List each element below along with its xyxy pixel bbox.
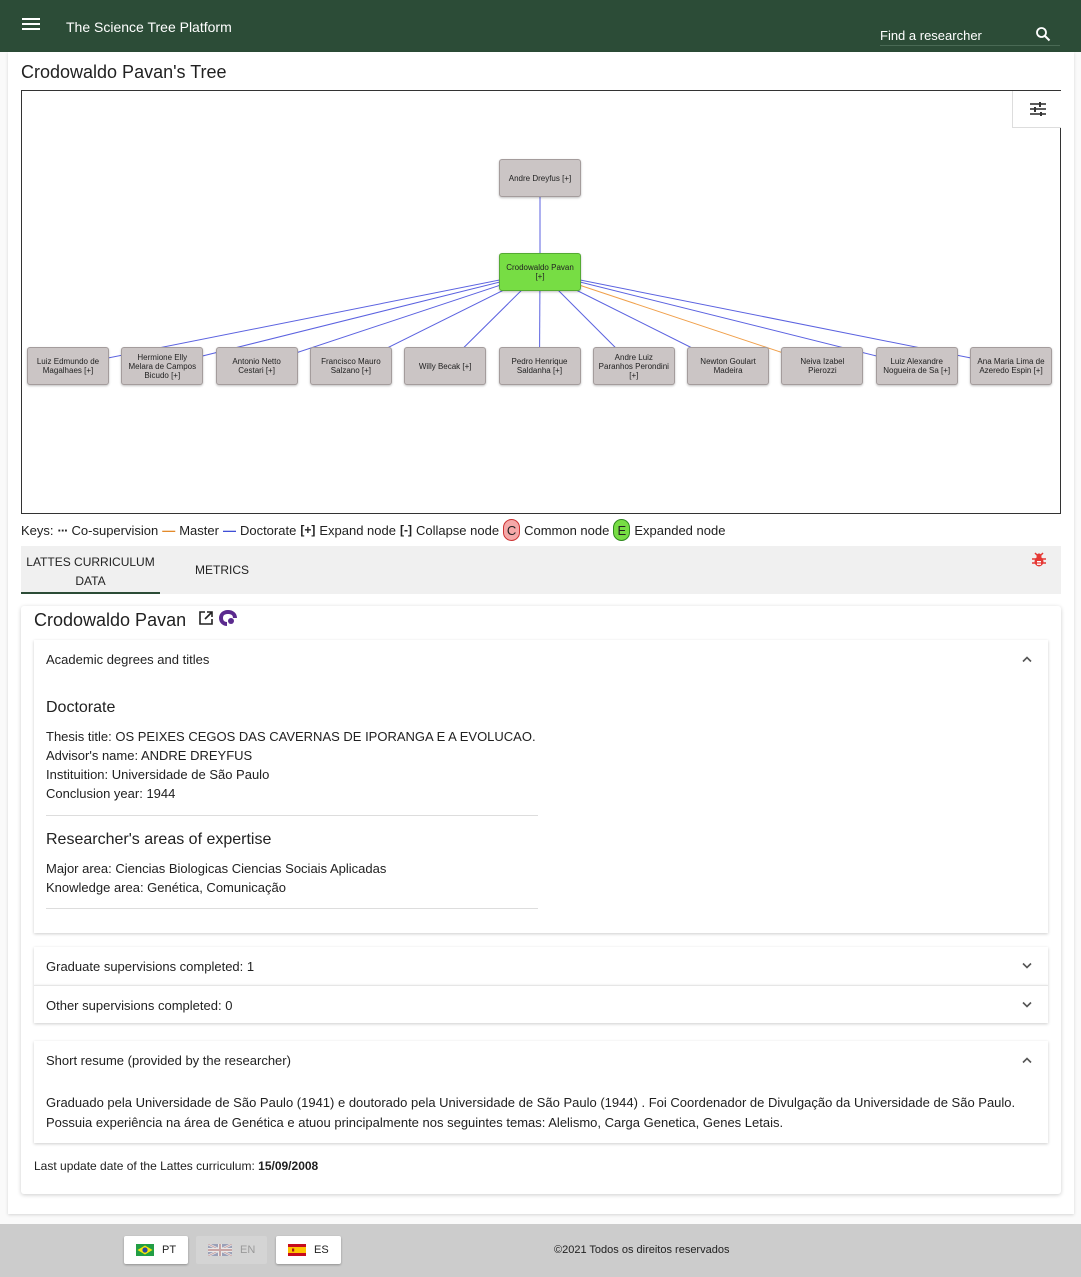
other-supervisions-panel: Other supervisions completed: 0 [34,985,1048,1023]
uk-flag-icon [208,1244,232,1256]
tree-node-student[interactable]: Andre Luiz Paranhos Perondini [+] [592,347,675,385]
knowledge-area: Knowledge area: Genética, Comunicação [46,880,286,895]
co-supervision-line-icon: ··· [57,522,69,538]
expand-symbol: [+] [300,523,316,537]
tree-node-student[interactable]: Newton Goulart Madeira [687,347,770,385]
copyright: ©2021 Todos os direitos reservados [554,1244,730,1256]
divider [46,815,538,816]
language-en-label: EN [240,1244,256,1256]
tree-canvas[interactable]: Andre Dreyfus [+] Crodowaldo Pavan [+] Lui… [21,90,1061,514]
graduate-supervisions-panel: Graduate supervisions completed: 1 [34,947,1048,985]
last-update: Last update date of the Lattes curriculu… [34,1159,318,1173]
legend-collapse: Collapse node [415,522,500,538]
legend-master: Master [179,522,219,538]
institution: Instituition: Universidade de São Paulo [46,767,270,782]
collapse-symbol: [-] [399,523,412,537]
degrees-panel-title: Academic degrees and titles [46,652,210,667]
tree-settings-button[interactable] [1012,91,1061,128]
language-en-button[interactable]: EN [196,1236,268,1264]
chevron-up-icon [1022,1057,1032,1064]
tree-node-student[interactable]: Pedro Henrique Saldanha [+] [498,347,581,385]
search-input[interactable] [880,26,1030,44]
graduate-supervisions-header[interactable]: Graduate supervisions completed: 1 [34,947,1048,985]
legend-expanded: Expanded node [634,522,726,538]
legend-common: Common node [524,522,610,538]
lattes-logo-icon[interactable] [218,609,238,627]
degrees-panel: Academic degrees and titles Doctorate Th… [34,640,1048,933]
legend-prefix: Keys: [21,522,54,538]
tree-node-student[interactable]: Luiz Edmundo de Magalhaes [+] [27,347,109,385]
divider [46,908,538,909]
common-node-badge: C [503,519,521,541]
doctorate-heading: Doctorate [46,699,116,716]
tab-bar: LATTES CURRICULUM DATA METRICS [21,546,1061,594]
tree-link-student [539,271,823,367]
thesis-title: Thesis title: OS PEIXES CEGOS DAS CAVERN… [46,729,536,744]
degrees-panel-header[interactable]: Academic degrees and titles [34,640,1048,678]
researcher-name[interactable]: Crodowaldo Pavan [34,610,186,631]
language-es-button[interactable]: ES [276,1236,341,1264]
search-icon[interactable] [1035,26,1051,42]
footer: PT EN ES ©2021 Todos os direitos reserva… [0,1224,1081,1277]
menu-icon[interactable] [22,18,40,32]
last-update-date: 15/09/2008 [258,1159,319,1173]
brazil-flag-icon [136,1244,154,1256]
tree-node-student[interactable]: Francisco Mauro Salzano [+] [309,347,392,385]
short-resume-text: Graduado pela Universidade de São Paulo … [46,1095,1016,1130]
curriculum-card: Crodowaldo Pavan Academic degrees and ti… [21,606,1061,1194]
conclusion-year: Conclusion year: 1944 [46,786,176,801]
tree-node-student[interactable]: Neiva Izabel Pierozzi [781,347,864,385]
chevron-up-icon [1022,656,1032,663]
short-resume-panel: Short resume (provided by the researcher… [34,1041,1048,1143]
chevron-down-icon [1022,962,1032,969]
tree-node-student[interactable]: Hermione Elly Melara de Campos Bicudo [+… [121,347,204,385]
doctorate-line-icon: — [222,522,236,538]
tree-link-student [256,271,541,367]
other-supervisions-title: Other supervisions completed: 0 [46,998,233,1013]
chevron-down-icon [1022,1001,1032,1008]
tree-node-student[interactable]: Willy Becak [+] [404,347,487,385]
app-title[interactable]: The Science Tree Platform [66,19,232,35]
advisor-name: Advisor's name: ANDRE DREYFUS [46,748,253,763]
language-pt-button[interactable]: PT [124,1236,189,1264]
other-supervisions-header[interactable]: Other supervisions completed: 0 [34,986,1048,1024]
search-box [880,26,1060,46]
tab-metrics[interactable]: METRICS [171,546,273,594]
major-area: Major area: Ciencias Biologicas Ciencias… [46,861,387,876]
legend-expand: Expand node [319,522,396,538]
language-pt-label: PT [162,1244,177,1256]
tree-node-student[interactable]: Luiz Alexandre Nogueira de Sa [+] [875,347,958,385]
tree-node-student[interactable]: Antonio Netto Cestari [+] [215,347,298,385]
legend-doctorate: Doctorate [239,522,297,538]
spain-flag-icon [288,1244,306,1256]
external-link-icon[interactable] [198,610,214,626]
tree-node-student[interactable]: Ana Maria Lima de Azeredo Espin [+] [970,347,1052,385]
tree-legend: Keys: ··· Co-supervision — Master — Doct… [21,518,725,542]
tune-icon [1030,102,1046,116]
last-update-label: Last update date of the Lattes curriculu… [34,1159,255,1173]
tree-links [67,178,1012,367]
tree-node-root[interactable]: Crodowaldo Pavan [+] [499,253,581,291]
tab-lattes-curriculum[interactable]: LATTES CURRICULUM DATA [21,546,160,594]
bug-report-icon[interactable] [1031,552,1047,568]
page-title: Crodowaldo Pavan's Tree [21,62,227,82]
master-line-icon: — [162,522,176,538]
top-app-bar: The Science Tree Platform [0,0,1081,52]
tree-node-advisor[interactable]: Andre Dreyfus [+] [499,159,581,197]
expanded-node-badge: E [613,519,631,541]
short-resume-header[interactable]: Short resume (provided by the researcher… [34,1041,1048,1079]
expertise-heading: Researcher's areas of expertise [46,831,272,848]
language-es-label: ES [314,1244,329,1256]
legend-co-supervision: Co-supervision [71,522,159,538]
short-resume-title: Short resume (provided by the researcher… [46,1053,291,1068]
graduate-supervisions-title: Graduate supervisions completed: 1 [46,959,255,974]
